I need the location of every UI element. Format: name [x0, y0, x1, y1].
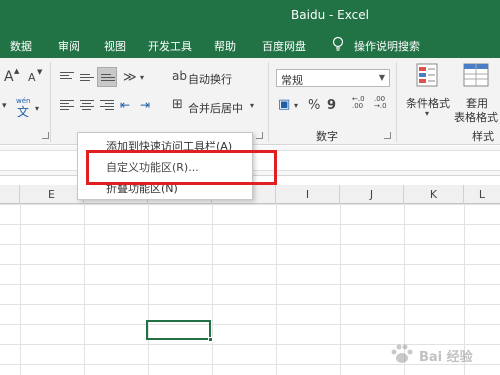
- increase-decimal-button[interactable]: ←.0 .00: [352, 96, 368, 110]
- alignment-group-launcher[interactable]: [256, 132, 263, 139]
- comma-button[interactable]: 9: [327, 99, 336, 112]
- number-group-label: 数字: [316, 130, 338, 143]
- merge-center-icon[interactable]: ⊞: [172, 98, 183, 111]
- active-cell[interactable]: [146, 320, 213, 342]
- fill-handle[interactable]: [208, 337, 213, 342]
- baidu-paw-icon: [391, 344, 413, 363]
- column-header-l[interactable]: L: [464, 185, 500, 204]
- column-header-j[interactable]: J: [340, 185, 404, 204]
- grid-line: [276, 204, 277, 375]
- wrap-text-icon[interactable]: ab: [172, 70, 187, 82]
- column-header-i[interactable]: I: [276, 185, 340, 204]
- grid-line: [84, 204, 85, 375]
- format-as-table-icon[interactable]: [462, 62, 492, 90]
- percent-button[interactable]: %: [308, 99, 320, 112]
- window-title: Baidu - Excel: [291, 8, 369, 22]
- tab-developer[interactable]: 开发工具: [148, 38, 192, 54]
- lightbulb-icon[interactable]: [332, 36, 344, 52]
- grid-line: [340, 204, 341, 375]
- phonetic-dropdown-icon[interactable]: ▾: [35, 105, 39, 113]
- tab-view[interactable]: 视图: [104, 38, 126, 54]
- grow-font-button[interactable]: A: [4, 70, 14, 84]
- search-label[interactable]: 操作说明搜索: [354, 38, 420, 54]
- increase-indent-icon[interactable]: ⇥: [140, 99, 150, 111]
- separator: [268, 62, 269, 142]
- wrap-text-button[interactable]: 自动换行: [188, 71, 232, 87]
- bottom-align-button[interactable]: [97, 67, 117, 87]
- tab-data[interactable]: 数据: [10, 38, 32, 54]
- align-right-icon[interactable]: [100, 100, 114, 112]
- styles-group-label: 样式: [472, 130, 494, 143]
- phonetic-button[interactable]: 文: [17, 106, 29, 118]
- column-header-k[interactable]: K: [404, 185, 464, 204]
- tab-baidu-netdisk[interactable]: 百度网盘: [262, 38, 306, 54]
- shrink-font-button[interactable]: A: [28, 72, 36, 83]
- bottom-align-icon: [101, 74, 115, 86]
- middle-align-icon[interactable]: [80, 72, 94, 84]
- conditional-format-dropdown-icon[interactable]: ▾: [425, 110, 429, 118]
- merge-center-button[interactable]: 合并后居中: [188, 100, 243, 116]
- decrease-indent-icon[interactable]: ⇤: [120, 99, 130, 111]
- conditional-format-icon[interactable]: [416, 62, 442, 90]
- font-group-launcher[interactable]: [42, 132, 49, 139]
- orientation-icon[interactable]: ≫: [123, 71, 137, 84]
- column-header-partial[interactable]: [0, 185, 20, 204]
- watermark-text: Bai 经验: [419, 350, 473, 365]
- number-format-value: 常规: [281, 74, 303, 87]
- merge-dropdown-icon[interactable]: ▾: [250, 102, 254, 110]
- tab-review[interactable]: 审阅: [58, 38, 80, 54]
- grid-line: [148, 204, 149, 375]
- grow-font-caret-icon: ▲: [14, 67, 20, 75]
- align-center-icon[interactable]: [80, 100, 94, 112]
- phonetic-top-label: wén: [16, 97, 31, 105]
- align-left-icon[interactable]: [60, 100, 74, 112]
- chevron-down-icon: ▼: [378, 73, 385, 82]
- tab-help[interactable]: 帮助: [214, 38, 236, 54]
- currency-dropdown-icon[interactable]: ▾: [294, 102, 298, 110]
- format-table-label-2[interactable]: 表格格式: [454, 109, 498, 125]
- number-format-select[interactable]: 常规 ▼: [276, 69, 390, 87]
- column-header-e[interactable]: E: [20, 185, 84, 204]
- separator: [396, 62, 397, 142]
- watermark: Bai 经验: [385, 341, 490, 367]
- currency-icon[interactable]: ▣: [278, 98, 290, 111]
- grid-line: [20, 204, 21, 375]
- highlight-annotation: [86, 150, 277, 185]
- title-bar: Baidu - Excel: [0, 0, 500, 32]
- ribbon-tabs: 数据 审阅 视图 开发工具 帮助 百度网盘 操作说明搜索: [0, 32, 500, 58]
- decrease-decimal-button[interactable]: .00 →.0: [374, 96, 390, 110]
- shrink-font-caret-icon: ▼: [37, 68, 43, 76]
- orientation-dropdown-icon[interactable]: ▾: [140, 74, 144, 82]
- separator: [50, 62, 51, 142]
- top-align-icon[interactable]: [60, 72, 74, 84]
- number-group-launcher[interactable]: [384, 132, 391, 139]
- font-color-dropdown-icon[interactable]: ▾: [2, 102, 7, 111]
- grid-line: [212, 204, 213, 375]
